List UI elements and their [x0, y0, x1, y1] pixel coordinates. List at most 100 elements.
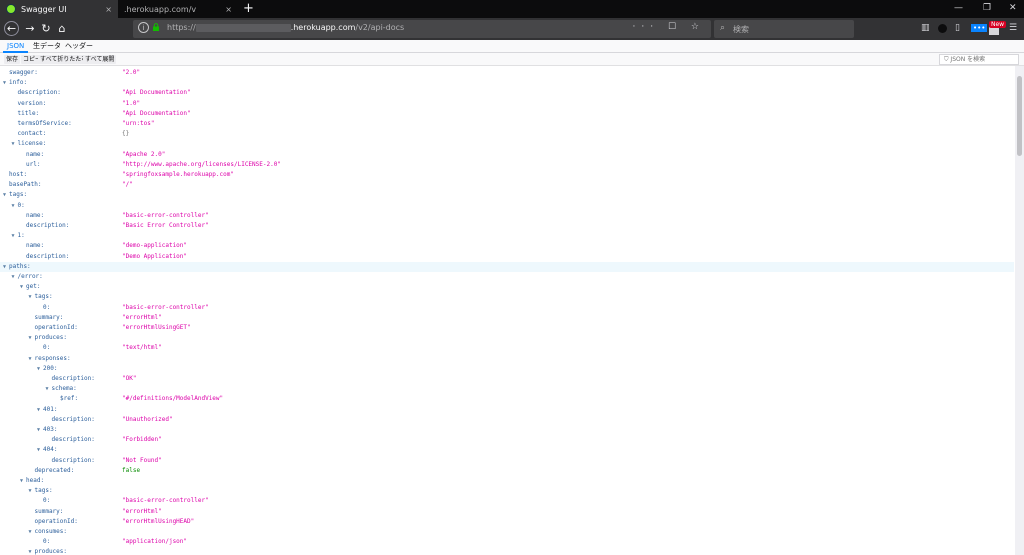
json-tree-row: url: "http://www.apache.org/licenses/LICE… — [0, 160, 1014, 170]
library-icon[interactable]: ▥ — [921, 23, 930, 33]
sidebar-icon[interactable]: ▯ — [955, 23, 960, 33]
json-tree-row[interactable]: ▼ head: — [0, 476, 1014, 486]
json-key: info: — [9, 79, 28, 87]
json-tree-row[interactable]: ▼ responses: — [0, 354, 1014, 364]
expand-toggle-icon[interactable]: ▼ — [12, 272, 15, 282]
tab-close-icon[interactable]: × — [105, 5, 112, 14]
expand-all-button[interactable]: すべて展開 — [83, 55, 117, 64]
expand-toggle-icon[interactable]: ▼ — [46, 384, 49, 394]
json-key: deprecated: — [34, 466, 75, 474]
tab-close-icon[interactable]: × — [225, 5, 232, 14]
scrollbar[interactable] — [1015, 66, 1024, 555]
expand-toggle-icon[interactable]: ▼ — [29, 333, 32, 343]
expand-toggle-icon[interactable]: ▼ — [29, 547, 32, 555]
json-tree-row: title: "Api Documentation" — [0, 109, 1014, 119]
back-button[interactable]: ← — [4, 21, 19, 36]
json-value: "errorHtmlUsingHEAD" — [122, 517, 195, 525]
forward-button[interactable]: → — [22, 21, 38, 37]
json-tree-row[interactable]: ▼ 0: — [0, 201, 1014, 211]
expand-toggle-icon[interactable]: ▼ — [37, 364, 40, 374]
json-tree-row[interactable]: ▼ tags: — [0, 486, 1014, 496]
expand-toggle-icon[interactable]: ▼ — [20, 282, 23, 292]
json-tree-row[interactable]: ▼/error: — [0, 272, 1014, 282]
json-tree-row[interactable]: ▼ get: — [0, 282, 1014, 292]
json-key: swagger: — [9, 69, 38, 76]
json-tree-row[interactable]: ▼ license: — [0, 139, 1014, 149]
json-tree-row: 0: "basic-error-controller" — [0, 303, 1014, 313]
minimize-icon[interactable]: — — [954, 3, 963, 13]
json-toolbar: 保存 コピー すべて折りたたむ すべて展開 ⛉ JSON を検索 — [0, 53, 1024, 66]
scrollbar-thumb[interactable] — [1017, 76, 1022, 156]
json-tree-row: name: "basic-error-controller" — [0, 211, 1014, 221]
json-value: false — [122, 466, 141, 474]
reload-button[interactable]: ↻ — [38, 21, 54, 37]
maximize-icon[interactable]: ❐ — [983, 3, 991, 13]
json-tree-row[interactable]: ▼ 403: — [0, 425, 1014, 435]
json-tree-row[interactable]: ▼ info: — [0, 78, 1014, 88]
save-button[interactable]: 保存 — [4, 55, 21, 64]
json-tree-row[interactable]: ▼ schema: — [0, 384, 1014, 394]
json-key: paths: — [9, 262, 31, 270]
json-tree-row[interactable]: ▼ 200: — [0, 364, 1014, 374]
new-tab-button[interactable]: + — [243, 1, 254, 16]
json-tree-row[interactable]: ▼ produces: — [0, 547, 1014, 555]
title-bar: Swagger UI × .herokuapp.com/v × + — ❐ ✕ — [0, 0, 1024, 18]
json-value: "Api Documentation" — [122, 89, 191, 97]
json-tree-row[interactable]: ▼ 404: — [0, 445, 1014, 455]
expand-toggle-icon[interactable]: ▼ — [3, 78, 6, 88]
json-key: description: — [51, 436, 95, 444]
collapse-all-button[interactable]: すべて折りたたむ — [38, 55, 90, 64]
page-actions-icon[interactable]: ··· ☐ ☆ — [633, 22, 705, 32]
tab-swagger-ui[interactable]: Swagger UI × — [0, 0, 118, 18]
info-icon[interactable]: i — [138, 22, 149, 33]
json-tree-row: basePath: "/" — [0, 180, 1014, 190]
expand-toggle-icon[interactable]: ▼ — [3, 262, 6, 272]
json-key: /error: — [17, 273, 43, 280]
json-tree-row: host: "springfoxsample.herokuapp.com" — [0, 170, 1014, 180]
expand-toggle-icon[interactable]: ▼ — [12, 139, 15, 149]
json-tree-row[interactable]: ▼ produces: — [0, 333, 1014, 343]
addon-icon[interactable]: ••• — [971, 24, 988, 32]
redacted-subdomain — [195, 23, 291, 32]
expand-toggle-icon[interactable]: ▼ — [37, 405, 40, 415]
json-tree-row[interactable]: ▼ tags: — [0, 292, 1014, 302]
json-tree-row: operationId: "errorHtmlUsingGET" — [0, 323, 1014, 333]
expand-toggle-icon[interactable]: ▼ — [12, 201, 15, 211]
close-window-icon[interactable]: ✕ — [1009, 3, 1017, 13]
json-tree-row[interactable]: ▼ 401: — [0, 405, 1014, 415]
json-tree-row: 0: "application/json" — [0, 537, 1014, 547]
json-tree-row[interactable]: ▼ paths: — [0, 261, 1014, 272]
expand-toggle-icon[interactable]: ▼ — [29, 354, 32, 364]
json-tree-row[interactable]: ▼ 1: — [0, 231, 1014, 241]
expand-toggle-icon[interactable]: ▼ — [20, 476, 23, 486]
tab-api-docs[interactable]: .herokuapp.com/v × — [118, 0, 238, 18]
json-filter-input[interactable]: ⛉ JSON を検索 — [939, 54, 1019, 65]
json-value: "errorHtmlUsingGET" — [122, 324, 191, 331]
expand-toggle-icon[interactable]: ▼ — [29, 486, 32, 496]
json-key: 0: — [43, 538, 51, 546]
json-tree: swagger: "2.0" ▼ info: description: "Api Docu… — [0, 66, 1014, 555]
json-key: contact: — [17, 130, 47, 138]
tab-raw-data[interactable]: 生データ — [29, 40, 65, 53]
expand-toggle-icon[interactable]: ▼ — [12, 231, 15, 241]
tab-json[interactable]: JSON — [3, 40, 29, 53]
expand-toggle-icon[interactable]: ▼ — [37, 445, 40, 455]
json-tree-row[interactable]: ▼ tags: — [0, 190, 1014, 200]
json-tree-row: name: "Apache 2.0" — [0, 150, 1014, 160]
search-bar[interactable]: ⌕ 検索 — [714, 20, 854, 38]
json-key: name: — [26, 150, 45, 158]
url-bar[interactable]: i https://.herokuapp.com/v2/api-docs ···… — [133, 20, 711, 38]
expand-toggle-icon[interactable]: ▼ — [37, 425, 40, 435]
home-button[interactable]: ⌂ — [54, 21, 70, 37]
expand-toggle-icon[interactable]: ▼ — [29, 527, 32, 537]
tab-headers[interactable]: ヘッダー — [61, 40, 97, 53]
flag-icon[interactable] — [989, 27, 999, 35]
expand-toggle-icon[interactable]: ▼ — [3, 190, 6, 200]
json-tree-row[interactable]: ▼ consumes: — [0, 527, 1014, 537]
json-key: schema: — [51, 385, 77, 393]
menu-icon[interactable]: ☰ — [1009, 23, 1017, 33]
json-key: 200: — [43, 364, 58, 372]
expand-toggle-icon[interactable]: ▼ — [29, 292, 32, 302]
extension-icon[interactable] — [938, 24, 947, 33]
json-key: produces: — [34, 334, 68, 342]
